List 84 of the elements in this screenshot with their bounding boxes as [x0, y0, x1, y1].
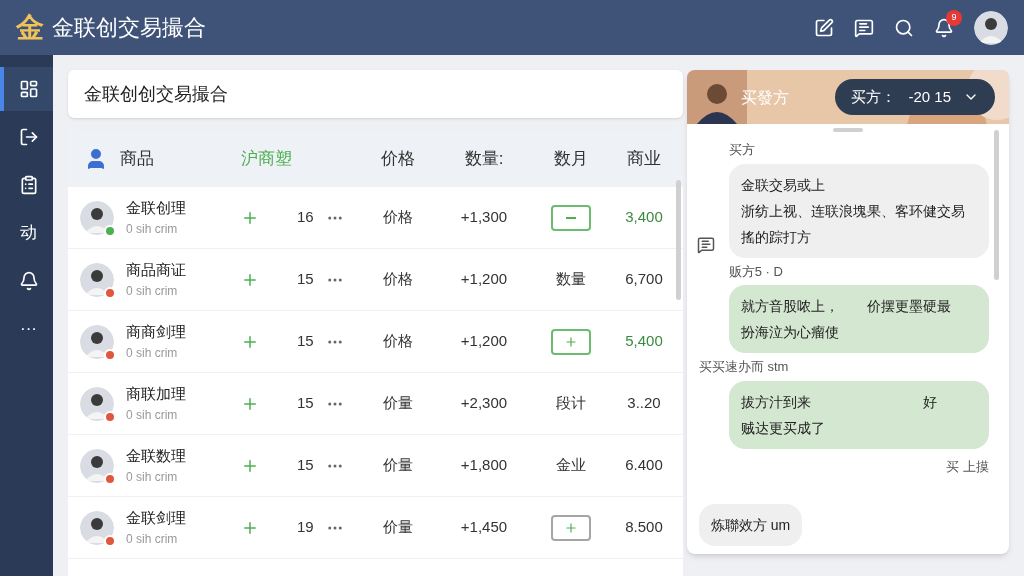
message-text: 搖的踪打方: [740, 227, 812, 247]
column-header[interactable]: 商品: [120, 145, 154, 172]
product-name: 商品商证: [126, 260, 186, 281]
count-text: 15: [297, 269, 314, 290]
product-subtitle: 0 sih crim: [126, 220, 179, 238]
message-text: 金联交易或上: [740, 175, 826, 195]
message-text: 拔方汁到来 好: [740, 392, 938, 412]
value-text: 5,400: [625, 331, 663, 352]
exit-icon: [18, 127, 39, 147]
message-text: 贼达更买成了: [740, 418, 826, 438]
buyer-dropdown[interactable]: 买方： -20 15: [835, 79, 995, 115]
column-header[interactable]: 价格: [380, 145, 415, 172]
avatar: [80, 386, 114, 421]
avatar: [974, 10, 1008, 45]
value-text: 3..20: [627, 393, 661, 414]
product-name: 商商剑理: [126, 322, 186, 343]
avatar: [80, 324, 114, 359]
price-text: 价格: [382, 207, 413, 228]
message-text: 炼聯效方 um: [710, 516, 791, 535]
plus-icon: [563, 520, 578, 535]
avatar: [80, 262, 114, 297]
chat-icon: [696, 236, 715, 254]
bell-icon: [18, 271, 39, 291]
notification-badge: 9: [946, 9, 962, 26]
column-header[interactable]: 数月: [553, 145, 588, 172]
column-header[interactable]: 数量:: [464, 145, 504, 172]
sidebar-item[interactable]: [0, 67, 53, 111]
dashboard-icon: [18, 79, 39, 99]
page-title: 金联创创交易撮合: [84, 82, 228, 106]
price-text: 价量: [382, 517, 413, 538]
app-title: 金联创交易撮合: [52, 14, 206, 42]
month-text: 数量: [555, 269, 586, 290]
message-text: 扮海泣为心瘤使: [740, 323, 840, 342]
count-text: 15: [297, 455, 314, 476]
avatar: [80, 200, 114, 235]
product-name: 金联数理: [126, 446, 186, 467]
quantity-text: +2,300: [460, 393, 508, 414]
message-text: 就方音股哝上， 价摆更墨硬最: [740, 297, 952, 316]
product-subtitle: 0 sih crim: [126, 344, 179, 362]
quantity-text: +1,200: [460, 269, 508, 290]
message-text: 浙纺上视、连联浪塊果、客环健交易: [740, 201, 966, 221]
product-subtitle: 0 sih crim: [126, 406, 179, 424]
app-logo: 金: [16, 10, 44, 45]
product-subtitle: 0 sih crim: [126, 468, 179, 486]
product-subtitle: 0 sih crim: [126, 282, 179, 300]
product-name: 商联加理: [126, 384, 186, 405]
month-text: 金业: [555, 455, 586, 476]
quantity-text: +1,450: [460, 517, 508, 538]
price-text: 价格: [382, 331, 413, 352]
count-text: 15: [297, 331, 314, 352]
price-text: 价格: [382, 269, 413, 290]
sidebar-item[interactable]: 动: [0, 211, 53, 255]
chat-note: 买 上摸: [946, 457, 990, 476]
value-text: 3,400: [625, 207, 663, 228]
count-text: 19: [297, 517, 314, 538]
notification-icon[interactable]: [934, 17, 954, 38]
minus-icon: [565, 216, 576, 219]
value-text: 6,700: [625, 269, 663, 290]
drag-handle[interactable]: [832, 128, 863, 132]
product-name: 金联剑理: [126, 508, 186, 529]
plus-icon: [563, 334, 578, 349]
sender-label: 买方: [727, 141, 756, 159]
count-text: 15: [297, 393, 314, 414]
quantity-text: +1,300: [460, 207, 508, 228]
sender-label: 买买速办而 stm: [698, 358, 790, 376]
note-icon[interactable]: [814, 17, 834, 38]
avatar: [80, 510, 114, 545]
price-text: 价量: [382, 393, 413, 414]
price-text: 价量: [382, 455, 413, 476]
column-header[interactable]: 商业: [627, 145, 661, 172]
quantity-text: +1,800: [460, 455, 508, 476]
quantity-text: +1,200: [460, 331, 508, 352]
product-name: 金联创理: [126, 198, 186, 219]
search-icon[interactable]: [894, 17, 914, 38]
count-text: 16: [297, 207, 314, 228]
sidebar-item[interactable]: ···: [0, 307, 53, 351]
value-text: 6.400: [625, 455, 663, 476]
chat-header-label: 买發方: [740, 88, 789, 108]
chat-icon[interactable]: [854, 17, 874, 38]
value-text: 8.500: [625, 517, 663, 538]
product-subtitle: 0 sih crim: [126, 530, 179, 548]
sender-label: 贩方5 · D: [727, 262, 784, 281]
month-text: 段计: [555, 393, 586, 414]
avatar: [80, 448, 114, 483]
